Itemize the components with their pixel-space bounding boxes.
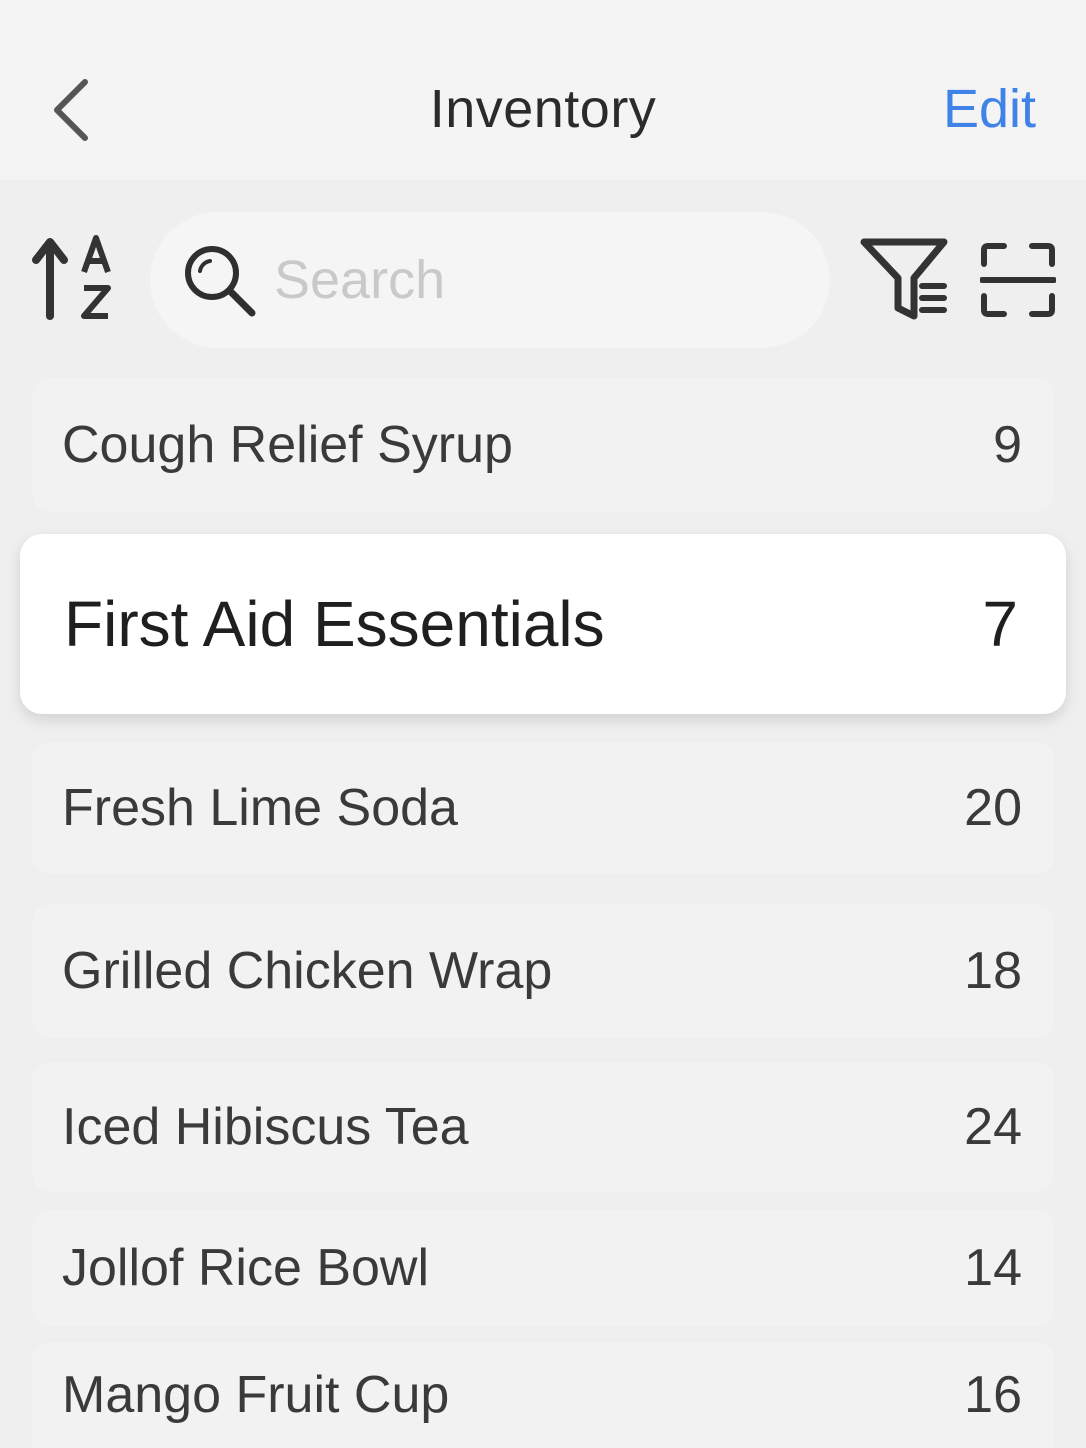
search-bar[interactable] bbox=[150, 212, 830, 348]
item-count: 18 bbox=[964, 942, 1022, 1000]
item-count: 9 bbox=[993, 416, 1022, 474]
item-count: 16 bbox=[964, 1366, 1022, 1424]
item-name: Jollof Rice Bowl bbox=[62, 1239, 430, 1297]
toolbar bbox=[0, 180, 1086, 370]
item-count: 24 bbox=[964, 1098, 1022, 1156]
scan-icon bbox=[979, 243, 1057, 317]
scan-button[interactable] bbox=[979, 242, 1057, 318]
list-item[interactable]: Jollof Rice Bowl 14 bbox=[32, 1210, 1054, 1326]
item-name: First Aid Essentials bbox=[64, 588, 605, 660]
top-bar: Inventory Edit bbox=[0, 0, 1086, 180]
search-icon bbox=[185, 246, 256, 317]
sort-alpha-ascending-icon bbox=[32, 235, 111, 320]
list-item[interactable]: Grilled Chicken Wrap 18 bbox=[32, 904, 1054, 1038]
item-name: Iced Hibiscus Tea bbox=[62, 1098, 469, 1156]
edit-button[interactable]: Edit bbox=[943, 78, 1036, 140]
list-item[interactable]: Mango Fruit Cup 16 bbox=[32, 1342, 1054, 1448]
sort-button[interactable] bbox=[28, 232, 120, 328]
item-name: Grilled Chicken Wrap bbox=[62, 942, 553, 1000]
item-name: Cough Relief Syrup bbox=[62, 416, 513, 474]
filter-button[interactable] bbox=[858, 236, 952, 324]
item-count: 14 bbox=[964, 1239, 1022, 1297]
page-title: Inventory bbox=[429, 79, 657, 139]
item-count: 20 bbox=[964, 779, 1022, 837]
item-name: Mango Fruit Cup bbox=[62, 1366, 450, 1424]
item-name: Fresh Lime Soda bbox=[62, 779, 458, 837]
list-item[interactable]: Iced Hibiscus Tea 24 bbox=[32, 1062, 1054, 1192]
list-item[interactable]: Cough Relief Syrup 9 bbox=[32, 378, 1054, 512]
list-item-selected[interactable]: First Aid Essentials 7 bbox=[20, 534, 1066, 714]
search-input[interactable] bbox=[274, 249, 794, 311]
list-item[interactable]: Fresh Lime Soda 20 bbox=[32, 742, 1054, 874]
filter-list-icon bbox=[860, 238, 948, 320]
item-count: 7 bbox=[982, 588, 1018, 660]
